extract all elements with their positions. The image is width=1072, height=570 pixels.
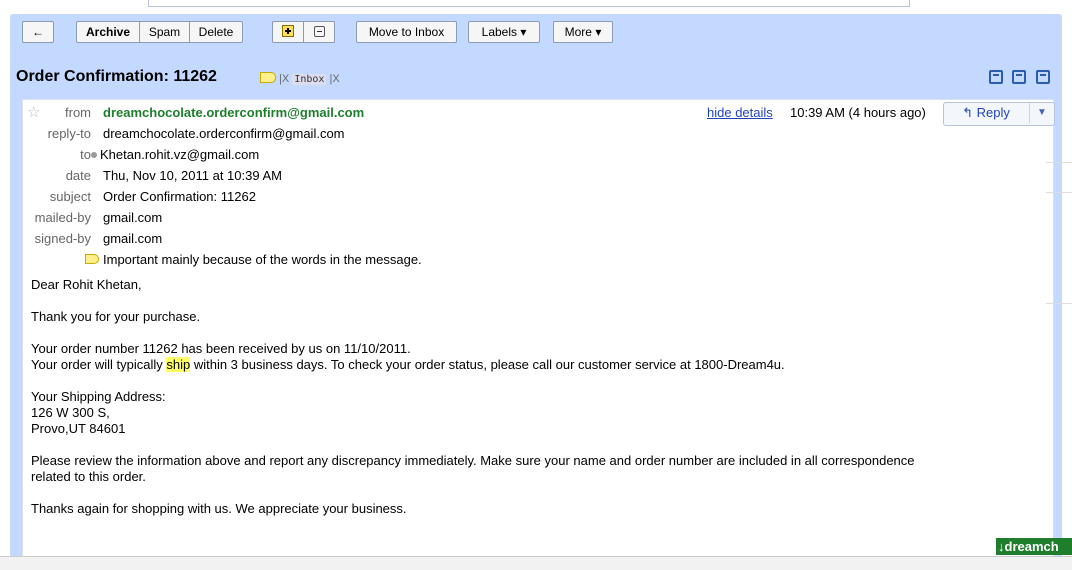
message-body: Dear Rohit Khetan, Thank you for your pu…	[31, 277, 1041, 533]
expand-all-icon[interactable]	[988, 70, 1003, 84]
address-title: Your Shipping Address:	[31, 389, 166, 404]
replyto-value: dreamchocolate.orderconfirm@gmail.com	[103, 126, 345, 141]
mark-important-button[interactable]	[272, 21, 304, 43]
message-header: ☆ from dreamchocolate.orderconfirm@gmail…	[23, 100, 1055, 267]
back-button[interactable]: ←	[22, 21, 54, 43]
top-tab	[148, 0, 910, 7]
order-paragraph: Your order number 11262 has been receive…	[31, 341, 1041, 373]
more-dropdown[interactable]: More ▾	[553, 21, 613, 43]
side-divider	[1046, 192, 1072, 193]
label-tags: |X Inbox |X	[260, 72, 340, 85]
side-divider	[1046, 162, 1072, 163]
review-paragraph: Please review the information above and …	[31, 453, 1041, 485]
mailedby-label: mailed-by	[34, 210, 91, 225]
date-label: date	[65, 168, 91, 183]
move-to-inbox-button[interactable]: Move to Inbox	[356, 21, 457, 43]
thanks-text: Thank you for your purchase.	[31, 309, 201, 324]
important-label-icon[interactable]	[260, 72, 276, 83]
address-paragraph: Your Shipping Address: 126 W 300 S, Prov…	[31, 389, 1041, 437]
replyto-label: reply-to	[47, 126, 91, 141]
greeting-text: Dear Rohit Khetan,	[31, 277, 142, 292]
message-frame: ☆ from dreamchocolate.orderconfirm@gmail…	[10, 95, 1062, 570]
remove-important-label[interactable]: |X	[279, 73, 289, 85]
subject-label: subject	[49, 189, 91, 204]
signedby-value: gmail.com	[103, 231, 163, 246]
spam-button[interactable]: Spam	[139, 21, 190, 43]
status-bar	[0, 556, 1072, 570]
back-arrow-icon: ←	[32, 25, 44, 39]
reply-text: Reply	[976, 105, 1010, 120]
message-card: ☆ from dreamchocolate.orderconfirm@gmail…	[22, 99, 1055, 570]
subject-bar: Order Confirmation: 11262 |X Inbox |X	[10, 50, 1062, 95]
important-minus-icon	[313, 26, 325, 37]
reply-options-dropdown[interactable]: ▼	[1029, 103, 1054, 123]
chat-status-icon	[91, 152, 97, 158]
order-line-2-end: within 3 business days. To check your or…	[190, 357, 785, 372]
archive-button[interactable]: Archive	[76, 21, 140, 43]
conversation-actions	[983, 70, 1050, 87]
address-line-1: 126 W 300 S,	[31, 405, 110, 420]
to-label: to	[80, 147, 91, 162]
highlighted-keyword: ship	[166, 357, 191, 372]
new-window-icon[interactable]	[1036, 70, 1050, 84]
sender-address[interactable]: dreamchocolate.orderconfirm@gmail.com	[103, 105, 364, 120]
importance-reason: Important mainly because of the words in…	[103, 252, 422, 267]
side-divider	[1046, 303, 1072, 304]
important-plus-icon	[282, 25, 294, 37]
date-value: Thu, Nov 10, 2011 at 10:39 AM	[103, 168, 282, 183]
to-value: Khetan.rohit.vz@gmail.com	[100, 147, 260, 162]
message-toolbar: ← Archive Spam Delete Move to Inbox Labe…	[10, 14, 1062, 50]
subject-value: Order Confirmation: 11262	[103, 189, 256, 204]
print-icon[interactable]	[1012, 70, 1027, 84]
from-label: from	[65, 105, 91, 120]
order-line-1: Your order number 11262 has been receive…	[31, 341, 411, 356]
message-time: 10:39 AM (4 hours ago)	[790, 105, 926, 120]
address-line-2: Provo,UT 84601	[31, 421, 126, 436]
remove-inbox-label[interactable]: |X	[330, 73, 340, 85]
closing-text: Thanks again for shopping with us. We ap…	[31, 501, 407, 516]
order-line-2-start: Your order will typically	[31, 357, 167, 372]
inbox-label[interactable]: Inbox	[292, 74, 327, 85]
mark-unimportant-button[interactable]	[303, 21, 335, 43]
importance-marker-icon	[85, 254, 99, 264]
reply-label[interactable]: ↰ Reply	[946, 104, 1026, 122]
mailedby-value: gmail.com	[103, 210, 163, 225]
signedby-label: signed-by	[34, 231, 91, 246]
labels-dropdown[interactable]: Labels ▾	[468, 21, 540, 43]
right-side-panel	[1062, 95, 1072, 569]
hide-details-link[interactable]: hide details	[707, 105, 773, 120]
top-strip	[0, 0, 1072, 8]
download-bar-item[interactable]: ↓dreamch	[996, 538, 1072, 555]
review-line-1: Please review the information above and …	[31, 453, 915, 468]
reply-button[interactable]: ↰ Reply ▼	[943, 102, 1055, 126]
delete-button[interactable]: Delete	[189, 21, 243, 43]
conversation-subject: Order Confirmation: 11262	[16, 68, 217, 85]
review-line-2: related to this order.	[31, 469, 146, 484]
